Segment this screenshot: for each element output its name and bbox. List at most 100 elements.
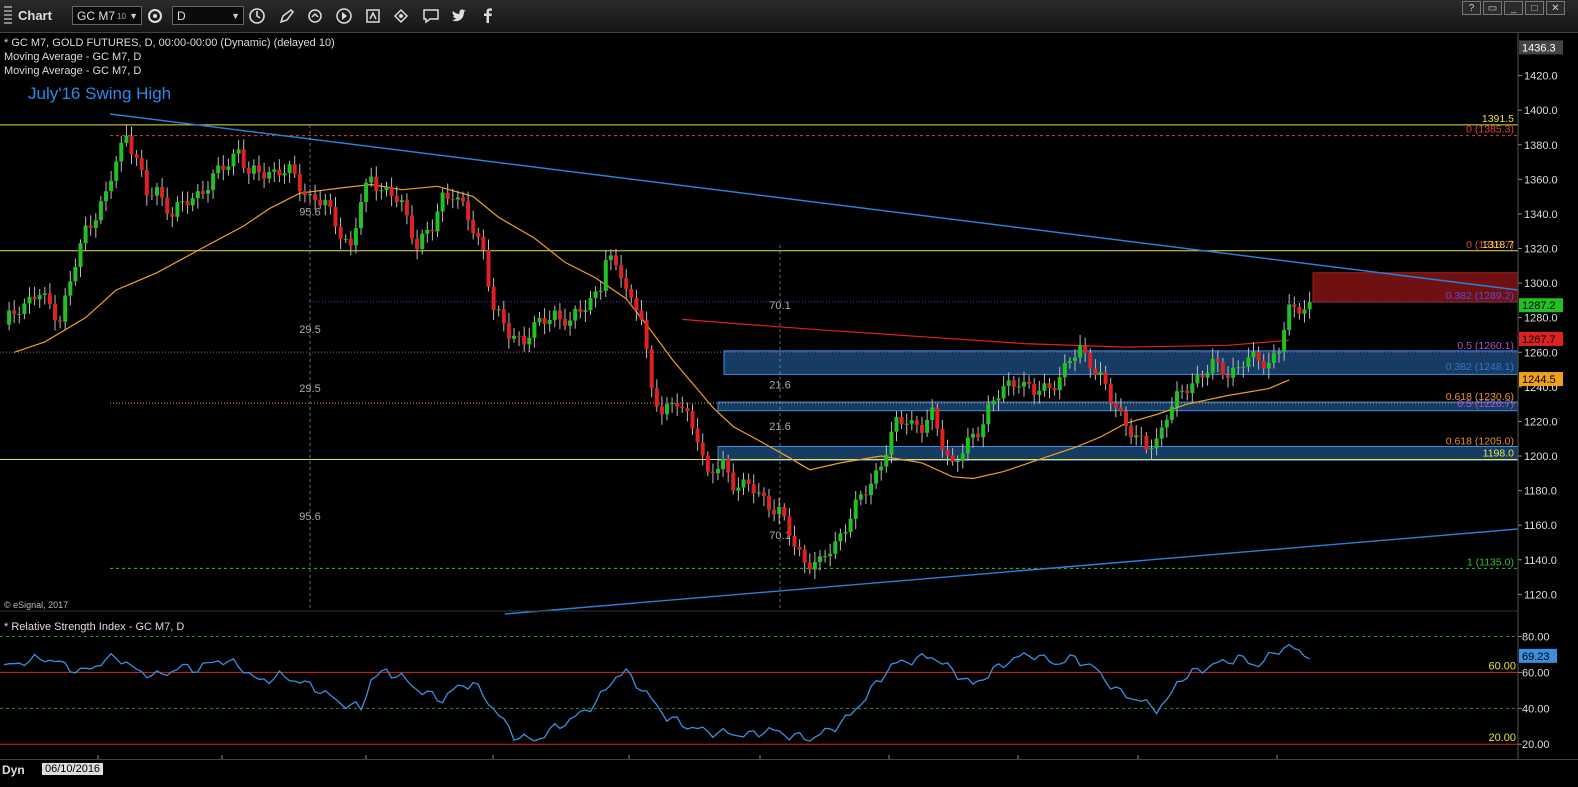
time-cycle-label: 21.6: [769, 380, 790, 392]
candle-up: [736, 487, 741, 491]
candle-up: [379, 190, 384, 192]
candle-down: [920, 424, 924, 433]
candle-down: [705, 455, 710, 472]
candle-down: [58, 320, 63, 322]
symbol-input[interactable]: GC M7 10 ▼: [72, 6, 142, 25]
rsi-tick-label: 40.00: [1522, 703, 1550, 715]
help-icon[interactable]: ?: [1462, 1, 1481, 15]
candle-down: [394, 196, 399, 203]
candle-down: [807, 562, 812, 570]
esignal-watermark: © eSignal, 2017: [4, 600, 68, 610]
candle-up: [838, 533, 843, 542]
candle-up: [124, 135, 129, 143]
candle-down: [976, 433, 981, 438]
candle-down: [797, 546, 802, 550]
candle-up: [532, 322, 537, 338]
candle-up: [583, 310, 588, 312]
gold-futures-chart[interactable]: 95.629.529.595.670.121.621.670.1 1391.50…: [0, 33, 1578, 759]
candle-up: [399, 200, 404, 203]
candle-down: [690, 411, 695, 429]
candle-up: [73, 266, 78, 282]
candle-down: [1226, 375, 1230, 378]
candle-up: [384, 187, 389, 191]
candle-up: [756, 492, 761, 494]
candle-up: [323, 200, 328, 206]
candle-down: [578, 308, 583, 312]
candle-up: [27, 296, 32, 304]
link-icon[interactable]: [390, 5, 412, 27]
candle-down: [935, 407, 940, 429]
candle-up: [455, 197, 460, 200]
candle-down: [1118, 407, 1123, 412]
chevron-down-icon[interactable]: ▼: [231, 7, 240, 26]
candle-up: [42, 293, 47, 295]
candle-up: [598, 290, 603, 292]
minimize-icon[interactable]: _: [1504, 1, 1523, 15]
candle-down: [1220, 361, 1225, 376]
candle-down: [1256, 351, 1261, 361]
maximize-icon[interactable]: □: [1525, 1, 1544, 15]
candle-up: [930, 407, 935, 421]
candle-up: [22, 303, 27, 314]
fib-level-label: 0 (1385.3): [1466, 124, 1514, 136]
candle-down: [1052, 388, 1057, 391]
candle-up: [440, 192, 445, 212]
candle-down: [940, 428, 945, 450]
candle-up: [175, 202, 180, 217]
symbol-settings-icon[interactable]: [144, 5, 166, 27]
candle-down: [486, 249, 491, 287]
candle-down: [262, 172, 267, 179]
candle-down: [787, 516, 792, 536]
close-icon[interactable]: ✕: [1546, 1, 1565, 15]
candle-up: [512, 335, 516, 339]
candle-up: [251, 165, 256, 174]
restore-icon[interactable]: ▭: [1483, 1, 1502, 15]
dyn-label: Dyn: [2, 763, 25, 777]
candle-up: [1236, 367, 1241, 369]
fib-level-label: 0.618 (1205.0): [1446, 435, 1514, 447]
candle-down: [1200, 374, 1205, 378]
candle-up: [996, 398, 1001, 401]
fib-level-label: 0.382 (1248.1): [1446, 361, 1514, 373]
candle-up: [828, 553, 833, 557]
candle-down: [1292, 304, 1297, 308]
y-tick-label: 1260.0: [1524, 347, 1558, 359]
candle-down: [1103, 372, 1108, 385]
twitter-icon[interactable]: [448, 5, 470, 27]
toolbar-grip-icon[interactable]: [4, 6, 12, 24]
candle-up: [894, 417, 899, 432]
fib-zone-lower[interactable]: [717, 446, 1519, 461]
comment-icon[interactable]: [420, 5, 442, 27]
candle-up: [1190, 383, 1195, 394]
alert-icon[interactable]: [362, 5, 384, 27]
refresh-icon[interactable]: [304, 5, 326, 27]
candle-down: [461, 197, 465, 202]
play-icon[interactable]: [333, 5, 355, 27]
candle-up: [364, 182, 369, 203]
candle-up: [155, 187, 159, 196]
symbol-value: GC M7: [77, 9, 116, 23]
candle-up: [83, 225, 88, 244]
interval-select[interactable]: D ▼: [172, 6, 244, 25]
candle-up: [991, 400, 996, 405]
candle-up: [547, 319, 552, 325]
candle-down: [1108, 384, 1113, 403]
clock-icon[interactable]: [246, 5, 268, 27]
fib-level-label: 0.5 (1226.7): [1457, 398, 1514, 410]
candle-up: [1067, 360, 1072, 364]
candle-down: [445, 192, 450, 199]
candle-up: [965, 437, 970, 454]
candle-down: [726, 459, 731, 473]
time-cycle-label: 70.1: [769, 300, 790, 312]
candle-down: [1027, 381, 1032, 384]
candle-down: [348, 238, 353, 246]
rsi-tag-label: 69.23: [1522, 651, 1550, 663]
chevron-down-icon[interactable]: ▼: [129, 7, 138, 26]
pencil-icon[interactable]: [276, 5, 298, 27]
window-title: Chart: [18, 8, 52, 23]
swing-high-annotation[interactable]: July'16 Swing High: [28, 84, 171, 103]
fib-zone-upper[interactable]: [723, 350, 1519, 375]
facebook-icon[interactable]: [477, 5, 499, 27]
candle-down: [522, 335, 527, 345]
candle-up: [1134, 435, 1139, 438]
